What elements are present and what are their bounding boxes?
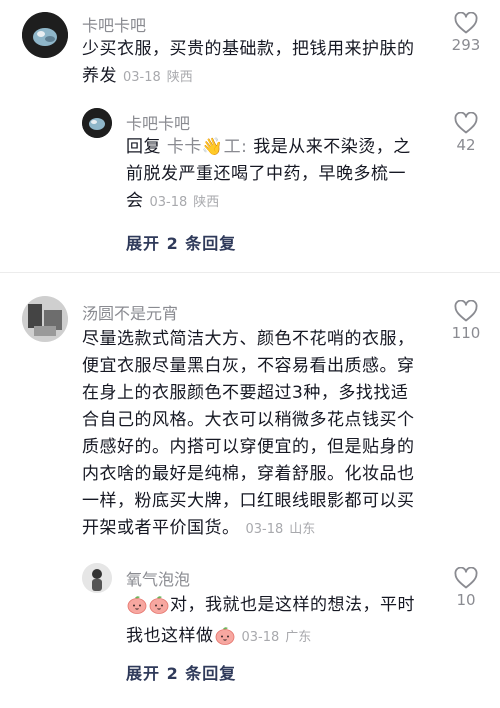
reply-text: 回复 卡卡👋工: 我是从来不染烫，之 前脱发严重还喝了中药，早晚多梳一 会 03-… [126,134,438,216]
reply-mention[interactable]: 卡卡👋工: [167,137,247,157]
reply-text: 对，我就也是这样的想法，平时 我也这样做 03-18 广东 [126,592,444,654]
comment-text-line: 质感好的。内搭可以穿便宜的，但是贴身的 [82,437,415,457]
comment-text-line: 开架或者平价国货。 03-18 山东 [82,515,442,543]
heart-icon [454,567,478,589]
comment-text: 少买衣服，买贵的基础款，把钱用来护肤的 养发 03-18 陕西 [82,36,437,91]
reply-like-button[interactable]: 42 [446,112,486,154]
like-count: 110 [451,324,481,342]
comment-text-line: 少买衣服，买贵的基础款，把钱用来护肤的 [82,39,415,59]
expand-replies-button[interactable]: 展开 2 条回复 [126,230,236,254]
comment-location: 陕西 [166,70,193,85]
comment-text-line: 便宜衣服尽量黑白灰，不容易看出质感。穿 [82,356,415,376]
comment-text-line: 合自己的风格。大衣可以稍微多花点钱买个 [82,410,415,430]
peach-emoji-icon [214,625,236,654]
reply-date: 03-18 [149,195,188,210]
like-count: 10 [456,591,476,609]
reply-text-tail: 会 [126,191,144,211]
reply-like-button[interactable]: 10 [446,567,486,609]
reply-avatar[interactable] [82,108,112,138]
reply-text-line: 回复 卡卡👋工: 我是从来不染烫，之 [126,134,438,161]
heart-icon [454,12,478,34]
comment-text-line: 养发 03-18 陕西 [82,63,437,91]
comment-date: 03-18 [245,522,284,537]
avatar[interactable] [22,296,68,342]
comment-date: 03-18 [123,70,161,85]
comment-username[interactable]: 卡吧卡吧 [82,12,146,36]
reply-text-line: 我也这样做 03-18 广东 [126,623,444,654]
reply-username[interactable]: 卡吧卡吧 [126,110,190,134]
divider [0,272,500,273]
peach-emoji-icon [126,594,148,623]
reply-avatar[interactable] [82,563,112,593]
peach-emoji-icon [148,594,170,623]
like-count: 293 [451,36,481,54]
reply-date: 03-18 [241,630,280,645]
reply-text-line: 前脱发严重还喝了中药，早晚多梳一 [126,164,406,184]
expand-replies-button[interactable]: 展开 2 条回复 [126,660,236,684]
reply-prefix: 回复 [126,137,161,157]
reply-text-line: 对，我就也是这样的想法，平时 [126,592,444,623]
comment-text-tail: 养发 [82,66,117,86]
comment-text-line: 尽量选款式简洁大方、颜色不花哨的衣服， [82,329,415,349]
avatar-image [22,12,68,58]
comment-text: 尽量选款式简洁大方、颜色不花哨的衣服， 便宜衣服尽量黑白灰，不容易看出质感。穿 … [82,326,442,543]
like-count: 42 [456,136,476,154]
reply-text-start: 我是从来不染烫，之 [253,137,411,157]
comment-text-tail: 开架或者平价国货。 [82,518,240,538]
comment-location: 山东 [289,522,316,537]
reply-text-tail: 我也这样做 [126,626,214,646]
reply-text-start: 对，我就也是这样的想法，平时 [170,595,415,615]
heart-icon [454,112,478,134]
comment-username[interactable]: 汤圆不是元宵 [82,300,178,324]
comment-text-line: 在身上的衣服颜色不要超过3种，多找找适 [82,383,409,403]
comment-text-line: 内衣啥的最好是纯棉，穿着舒服。化妆品也 [82,464,415,484]
avatar-image [82,563,112,593]
avatar[interactable] [22,12,68,58]
comment-text-line: 一样，粉底买大牌，口红眼线眼影都可以买 [82,491,415,511]
avatar-image [22,296,68,342]
avatar-image [82,108,112,138]
reply-username[interactable]: 氧气泡泡 [126,566,190,590]
reply-location: 广东 [285,630,312,645]
heart-icon [454,300,478,322]
reply-location: 陕西 [193,195,220,210]
like-button[interactable]: 293 [446,12,486,54]
reply-text-line: 会 03-18 陕西 [126,188,438,216]
like-button[interactable]: 110 [446,300,486,342]
